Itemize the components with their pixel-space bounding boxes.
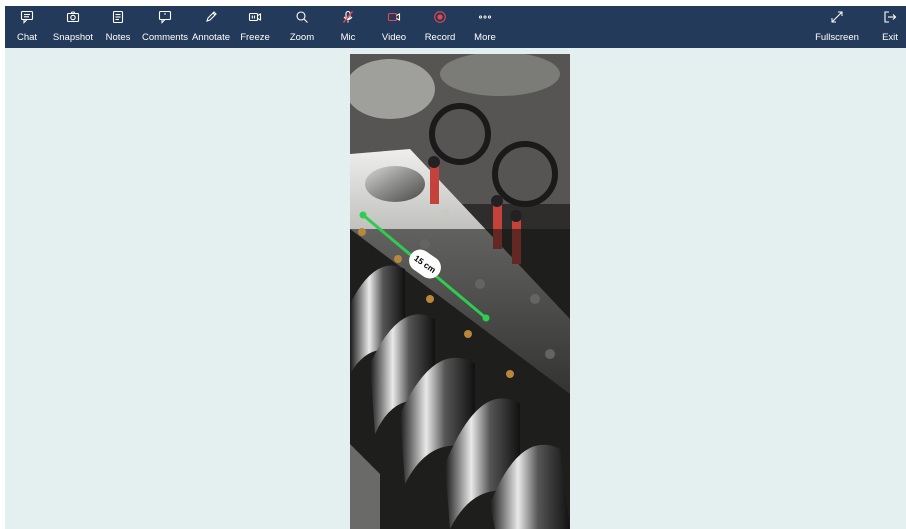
camera-icon <box>66 6 80 28</box>
svg-text:": " <box>164 12 167 19</box>
mic-button[interactable]: Mic <box>333 6 363 48</box>
record-button[interactable]: Record <box>421 6 459 48</box>
exit-button[interactable]: Exit <box>879 6 901 48</box>
search-icon <box>295 6 309 28</box>
fullscreen-button[interactable]: Fullscreen <box>811 6 863 48</box>
zoom-button[interactable]: Zoom <box>285 6 319 48</box>
chat-button[interactable]: Chat <box>9 6 45 48</box>
notes-button[interactable]: Notes <box>103 6 133 48</box>
video-label: Video <box>381 32 407 43</box>
annotate-button[interactable]: Annotate <box>190 6 232 48</box>
snapshot-label: Snapshot <box>52 32 94 43</box>
exit-icon <box>883 6 897 28</box>
chat-icon <box>20 6 34 28</box>
freeze-button[interactable]: Freeze <box>239 6 271 48</box>
pencil-icon <box>204 6 218 28</box>
more-label: More <box>474 32 496 43</box>
expand-icon <box>830 6 844 28</box>
more-button[interactable]: More <box>467 6 503 48</box>
top-toolbar: Chat Snapshot Notes " Comments Annotate … <box>5 6 906 48</box>
freeze-icon <box>248 6 262 28</box>
exit-label: Exit <box>882 32 898 43</box>
notes-label: Notes <box>105 32 131 43</box>
video-button[interactable]: Video <box>377 6 411 48</box>
chat-label: Chat <box>16 32 38 43</box>
record-icon <box>433 6 447 28</box>
more-dots-icon <box>478 6 492 28</box>
freeze-label: Freeze <box>240 32 270 43</box>
zoom-label: Zoom <box>289 32 315 43</box>
measurement-end-handle[interactable] <box>482 314 490 322</box>
mic-muted-icon <box>341 6 355 28</box>
mic-label: Mic <box>340 32 356 43</box>
measurement-start-handle[interactable] <box>359 211 367 219</box>
engine-image <box>350 54 570 529</box>
fullscreen-label: Fullscreen <box>815 32 859 43</box>
comments-button[interactable]: " Comments <box>140 6 190 48</box>
video-muted-icon <box>387 6 401 28</box>
video-stage: 15 cm <box>5 48 906 529</box>
comments-label: Comments <box>142 32 188 43</box>
record-label: Record <box>424 32 456 43</box>
notes-icon <box>111 6 125 28</box>
remote-video-feed[interactable]: 15 cm <box>350 54 570 529</box>
comments-icon: " <box>158 6 172 28</box>
snapshot-button[interactable]: Snapshot <box>51 6 95 48</box>
annotate-label: Annotate <box>191 32 231 43</box>
